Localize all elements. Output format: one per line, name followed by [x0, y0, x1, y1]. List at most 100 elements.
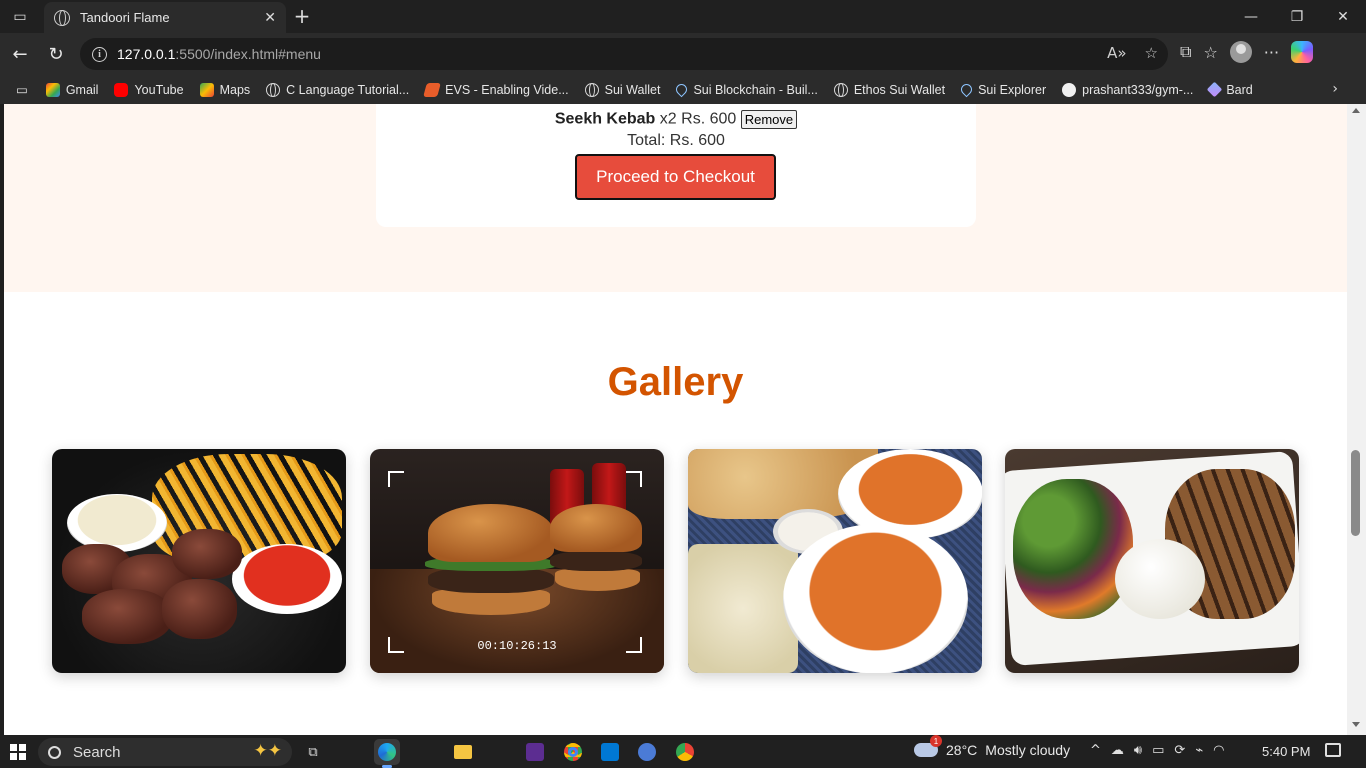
favorites-icon[interactable]: ☆: [1203, 43, 1217, 62]
taskbar-search-label: Search: [73, 743, 121, 761]
minimize-icon[interactable]: —: [1228, 0, 1274, 33]
chrome-profile-icon[interactable]: [672, 739, 698, 765]
video-timecode: 00:10:26:13: [477, 639, 557, 653]
task-view-icon[interactable]: ⧉: [300, 739, 326, 765]
burger-patty-shape: [550, 551, 642, 571]
vscode-icon[interactable]: [597, 739, 623, 765]
bard-icon: [1207, 81, 1223, 98]
sui-drop-icon: [958, 81, 975, 98]
onedrive-icon[interactable]: ☁: [1111, 743, 1124, 758]
close-tab-icon[interactable]: ✕: [264, 10, 276, 26]
ketchup-bowl-shape: [232, 544, 342, 614]
curry-bowl-shape: [783, 524, 968, 673]
scroll-thumb[interactable]: [1351, 450, 1360, 536]
volume-icon[interactable]: 🔊︎: [1134, 743, 1142, 758]
notification-badge: 1: [930, 735, 942, 747]
site-info-icon[interactable]: i: [92, 46, 107, 62]
battery-icon[interactable]: ▭: [1152, 743, 1164, 758]
windows-taskbar: Search ✦✦ ⧉ 1 28°C Mostly cloudy ^ ☁ 🔊︎ …: [0, 735, 1366, 768]
cloud-icon: 1: [914, 735, 942, 757]
burger-bun-shape: [428, 504, 554, 562]
burger-bun-shape: [550, 504, 642, 552]
bookmark-sui-blockchain[interactable]: Sui Blockchain - Buil...: [674, 81, 818, 98]
weather-desc: Mostly cloudy: [985, 742, 1071, 758]
close-window-icon[interactable]: ✕: [1320, 0, 1366, 33]
gallery-image-kebab[interactable]: [52, 449, 346, 673]
bookmark-bard[interactable]: Bard: [1207, 81, 1253, 98]
chevron-right-icon[interactable]: ›: [1332, 81, 1338, 97]
read-aloud-icon[interactable]: A»: [1107, 44, 1126, 62]
address-bar[interactable]: i 127.0.0.1:5500/index.html#menu A» ☆: [80, 38, 1168, 70]
bookmarks-bar: ▭ Gmail YouTube Maps C Language Tutorial…: [0, 75, 1366, 104]
cart-item-price: Rs. 600: [681, 110, 737, 128]
kebab-shape: [82, 589, 172, 644]
extensions-icon[interactable]: ⧉: [1180, 42, 1191, 62]
wifi-icon[interactable]: ◠: [1213, 743, 1224, 758]
bookmark-sui-explorer[interactable]: Sui Explorer: [958, 81, 1046, 98]
mayo-bowl-shape: [67, 494, 167, 552]
sui-drop-icon: [674, 81, 690, 98]
back-icon[interactable]: ←: [7, 41, 33, 67]
notifications-icon[interactable]: [1325, 743, 1341, 757]
page-scrollbar[interactable]: [1347, 104, 1366, 735]
checkout-button[interactable]: Proceed to Checkout: [575, 154, 776, 200]
cart-total: Total: Rs. 600: [627, 132, 725, 149]
bookmark-sui-wallet[interactable]: Sui Wallet: [584, 82, 660, 97]
youtube-icon: [114, 82, 129, 97]
profile-avatar[interactable]: [1229, 41, 1252, 63]
sync-icon[interactable]: ⟳: [1174, 743, 1185, 758]
scroll-up-icon[interactable]: [1352, 108, 1360, 113]
bookmarks-menu-icon[interactable]: ▭: [16, 82, 28, 97]
new-tab-button[interactable]: +: [292, 4, 312, 28]
page-viewport: Seekh Kebab x2 Rs. 600 Remove Total: Rs.…: [4, 104, 1347, 735]
globe-icon: [833, 82, 848, 97]
bookmark-ethos[interactable]: Ethos Sui Wallet: [833, 82, 945, 97]
system-tray: ^ ☁ 🔊︎ ▭ ⟳ ⌁ ◠: [1090, 743, 1224, 758]
visual-studio-icon[interactable]: [522, 739, 548, 765]
edge-browser-icon[interactable]: [374, 739, 400, 768]
gallery-video-burger[interactable]: 00:10:26:13: [370, 449, 664, 673]
copilot-icon[interactable]: [1291, 41, 1314, 63]
maps-icon: [199, 82, 214, 97]
restore-icon[interactable]: ❐: [1274, 0, 1320, 33]
chevron-up-icon[interactable]: ^: [1090, 743, 1101, 758]
salad-shape: [1013, 479, 1133, 619]
gallery-image-grilled-chicken[interactable]: [1005, 449, 1299, 673]
burger-bun-shape: [555, 569, 640, 591]
frame-corner-icon: [388, 471, 404, 487]
windows-start-icon[interactable]: [10, 744, 26, 760]
github-icon: [1062, 82, 1077, 97]
bookmark-c-language[interactable]: C Language Tutorial...: [266, 82, 409, 97]
bookmark-gmail[interactable]: Gmail: [45, 82, 98, 97]
usb-icon[interactable]: ⌁: [1195, 743, 1203, 758]
refresh-icon[interactable]: ↻: [43, 41, 69, 67]
rice-shape: [1115, 539, 1205, 619]
frame-corner-icon: [626, 471, 642, 487]
search-icon: [48, 745, 61, 759]
more-menu-icon[interactable]: ···: [1264, 43, 1279, 62]
browser-tab[interactable]: Tandoori Flame ✕: [44, 2, 286, 33]
bookmark-evs[interactable]: EVS - Enabling Vide...: [423, 82, 569, 97]
sidebar-toggle-icon[interactable]: ▭: [0, 0, 40, 33]
file-explorer-icon[interactable]: [450, 739, 476, 765]
cart-section: Seekh Kebab x2 Rs. 600 Remove Total: Rs.…: [4, 104, 1347, 292]
bookmark-youtube[interactable]: YouTube: [114, 82, 184, 97]
globe-icon: [54, 9, 70, 26]
taskbar-search[interactable]: Search ✦✦: [38, 738, 292, 766]
remove-button[interactable]: Remove: [740, 110, 798, 129]
url-text: 127.0.0.1:5500/index.html#menu: [117, 46, 321, 62]
chrome-icon[interactable]: [560, 739, 586, 765]
c-compiler-icon[interactable]: [634, 739, 660, 765]
kebab-shape: [162, 579, 237, 639]
taskbar-clock[interactable]: 5:40 PM: [1262, 744, 1310, 759]
bookmark-github[interactable]: prashant333/gym-...: [1062, 82, 1193, 97]
favorite-star-icon[interactable]: ☆: [1145, 44, 1158, 62]
weather-widget[interactable]: 1 28°C Mostly cloudy: [914, 735, 1071, 758]
bookmark-maps[interactable]: Maps: [199, 82, 250, 97]
weather-temp: 28°C: [946, 742, 978, 758]
gallery-image-curry[interactable]: [688, 449, 982, 673]
gmail-icon: [45, 82, 60, 97]
evs-icon: [423, 82, 442, 97]
scroll-down-icon[interactable]: [1352, 722, 1360, 727]
globe-icon: [584, 82, 599, 97]
